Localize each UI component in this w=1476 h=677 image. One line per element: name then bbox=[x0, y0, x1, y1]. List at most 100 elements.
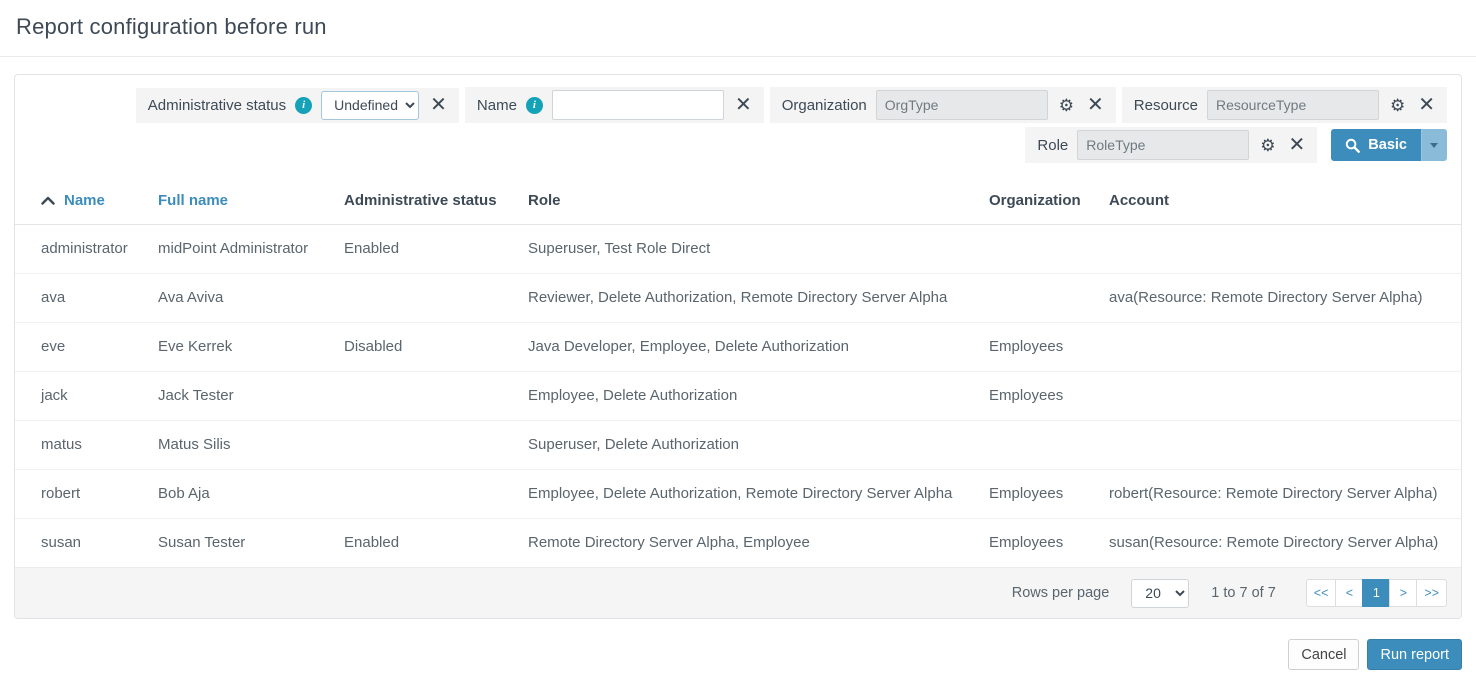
cell-admin_status: Enabled bbox=[344, 518, 528, 567]
prev-page-button[interactable]: < bbox=[1335, 579, 1363, 607]
cell-organization bbox=[989, 224, 1109, 273]
cell-account bbox=[1109, 371, 1461, 420]
info-icon[interactable]: i bbox=[295, 97, 312, 114]
table-header: Name Full name Administrative status Role Or… bbox=[15, 177, 1461, 224]
search-mode-dropdown-button[interactable] bbox=[1421, 129, 1447, 161]
cell-name: ava bbox=[15, 273, 158, 322]
filter-row-1: Administrative status i Undefined ✕ Name… bbox=[29, 87, 1447, 123]
cell-name: jack bbox=[15, 371, 158, 420]
resource-settings-button[interactable]: ⚙ bbox=[1388, 95, 1407, 116]
cell-account bbox=[1109, 224, 1461, 273]
paging-controls: <<<1>>> bbox=[1306, 579, 1447, 607]
cell-role: Superuser, Delete Authorization bbox=[528, 420, 989, 469]
basic-search-label: Basic bbox=[1368, 137, 1407, 153]
column-header-name[interactable]: Name bbox=[15, 177, 158, 224]
close-icon: ✕ bbox=[1418, 95, 1435, 115]
column-label-name[interactable]: Name bbox=[64, 192, 105, 209]
page-title: Report configuration before run bbox=[16, 14, 1460, 40]
cell-name: matus bbox=[15, 420, 158, 469]
filter-resource: Resource ⚙ ✕ bbox=[1122, 87, 1447, 123]
cell-organization bbox=[989, 273, 1109, 322]
cell-organization: Employees bbox=[989, 322, 1109, 371]
column-label-full_name[interactable]: Full name bbox=[158, 192, 228, 209]
gear-icon: ⚙ bbox=[1260, 137, 1275, 154]
cell-admin_status: Disabled bbox=[344, 322, 528, 371]
role-settings-button[interactable]: ⚙ bbox=[1258, 135, 1277, 156]
last-page-button[interactable]: >> bbox=[1416, 579, 1447, 607]
search-icon bbox=[1345, 138, 1360, 153]
cell-organization: Employees bbox=[989, 371, 1109, 420]
rows-per-page-select[interactable]: 20 bbox=[1131, 579, 1189, 608]
rows-per-page-label: Rows per page bbox=[1012, 585, 1110, 601]
cell-admin_status bbox=[344, 420, 528, 469]
table-header-row: Name Full name Administrative status Role Or… bbox=[15, 177, 1461, 224]
clear-name-button[interactable]: ✕ bbox=[733, 93, 754, 117]
table-row: avaAva Aviva Reviewer, Delete Authorizati… bbox=[15, 273, 1461, 322]
table-row: matusMatus Silis Superuser, Delete Author… bbox=[15, 420, 1461, 469]
table-row: administratormidPoint AdministratorEnabl… bbox=[15, 224, 1461, 273]
info-icon[interactable]: i bbox=[526, 97, 543, 114]
paging-range-text: 1 to 7 of 7 bbox=[1211, 585, 1276, 601]
cell-organization: Employees bbox=[989, 518, 1109, 567]
organization-settings-button[interactable]: ⚙ bbox=[1057, 95, 1076, 116]
clear-role-button[interactable]: ✕ bbox=[1287, 133, 1308, 157]
name-filter-input[interactable] bbox=[552, 90, 724, 120]
column-header-role: Role bbox=[528, 177, 989, 224]
filter-organization-label: Organization bbox=[782, 97, 867, 114]
cell-name: robert bbox=[15, 469, 158, 518]
close-icon: ✕ bbox=[1289, 135, 1306, 155]
cell-admin_status: Enabled bbox=[344, 224, 528, 273]
column-label-role: Role bbox=[528, 192, 561, 209]
organization-filter-input[interactable] bbox=[876, 90, 1048, 120]
page-1-button[interactable]: 1 bbox=[1362, 579, 1390, 607]
results-table: Name Full name Administrative status Role Or… bbox=[15, 177, 1461, 567]
column-header-admin_status: Administrative status bbox=[344, 177, 528, 224]
cell-organization bbox=[989, 420, 1109, 469]
cancel-button[interactable]: Cancel bbox=[1288, 639, 1359, 670]
run-report-button[interactable]: Run report bbox=[1367, 639, 1462, 670]
cell-role: Employee, Delete Authorization bbox=[528, 371, 989, 420]
column-header-account: Account bbox=[1109, 177, 1461, 224]
close-icon: ✕ bbox=[1087, 95, 1104, 115]
cell-account bbox=[1109, 322, 1461, 371]
next-page-button[interactable]: > bbox=[1389, 579, 1417, 607]
filter-admin-status-label: Administrative status bbox=[148, 97, 286, 114]
sort-asc-icon[interactable] bbox=[41, 196, 55, 205]
first-page-button[interactable]: << bbox=[1306, 579, 1337, 607]
table-row: eveEve KerrekDisabledJava Developer, Emp… bbox=[15, 322, 1461, 371]
cell-account: susan(Resource: Remote Directory Server … bbox=[1109, 518, 1461, 567]
filter-admin-status: Administrative status i Undefined ✕ bbox=[136, 88, 459, 123]
resource-filter-input[interactable] bbox=[1207, 90, 1379, 120]
column-label-admin_status: Administrative status bbox=[344, 192, 497, 209]
cell-role: Superuser, Test Role Direct bbox=[528, 224, 989, 273]
filter-role: Role ⚙ ✕ bbox=[1025, 127, 1317, 163]
filter-role-label: Role bbox=[1037, 137, 1068, 154]
cell-account bbox=[1109, 420, 1461, 469]
basic-search-button[interactable]: Basic bbox=[1331, 129, 1421, 161]
table-row: susanSusan TesterEnabledRemote Directory… bbox=[15, 518, 1461, 567]
column-header-full_name[interactable]: Full name bbox=[158, 177, 344, 224]
cell-full_name: Ava Aviva bbox=[158, 273, 344, 322]
table-footer: Rows per page 20 1 to 7 of 7 <<<1>>> bbox=[15, 567, 1461, 618]
table-body: administratormidPoint AdministratorEnabl… bbox=[15, 224, 1461, 567]
clear-resource-button[interactable]: ✕ bbox=[1416, 93, 1437, 117]
cell-admin_status bbox=[344, 273, 528, 322]
cell-role: Employee, Delete Authorization, Remote D… bbox=[528, 469, 989, 518]
admin-status-select[interactable]: Undefined bbox=[321, 91, 419, 120]
filter-resource-label: Resource bbox=[1134, 97, 1198, 114]
clear-admin-status-button[interactable]: ✕ bbox=[428, 93, 449, 117]
clear-organization-button[interactable]: ✕ bbox=[1085, 93, 1106, 117]
cell-full_name: Matus Silis bbox=[158, 420, 344, 469]
cell-full_name: Jack Tester bbox=[158, 371, 344, 420]
report-config-panel: Administrative status i Undefined ✕ Name… bbox=[14, 74, 1462, 619]
table-row: jackJack Tester Employee, Delete Authoriz… bbox=[15, 371, 1461, 420]
cell-admin_status bbox=[344, 371, 528, 420]
gear-icon: ⚙ bbox=[1390, 97, 1405, 114]
table-row: robertBob AjaEmployee, Delete Authorizat… bbox=[15, 469, 1461, 518]
role-filter-input[interactable] bbox=[1077, 130, 1249, 160]
dialog-actions: Cancel Run report bbox=[0, 619, 1476, 670]
column-header-organization: Organization bbox=[989, 177, 1109, 224]
filter-row-2: Role ⚙ ✕ Basic bbox=[29, 127, 1447, 163]
cell-role: Reviewer, Delete Authorization, Remote D… bbox=[528, 273, 989, 322]
filter-name: Name i ✕ bbox=[465, 87, 764, 123]
